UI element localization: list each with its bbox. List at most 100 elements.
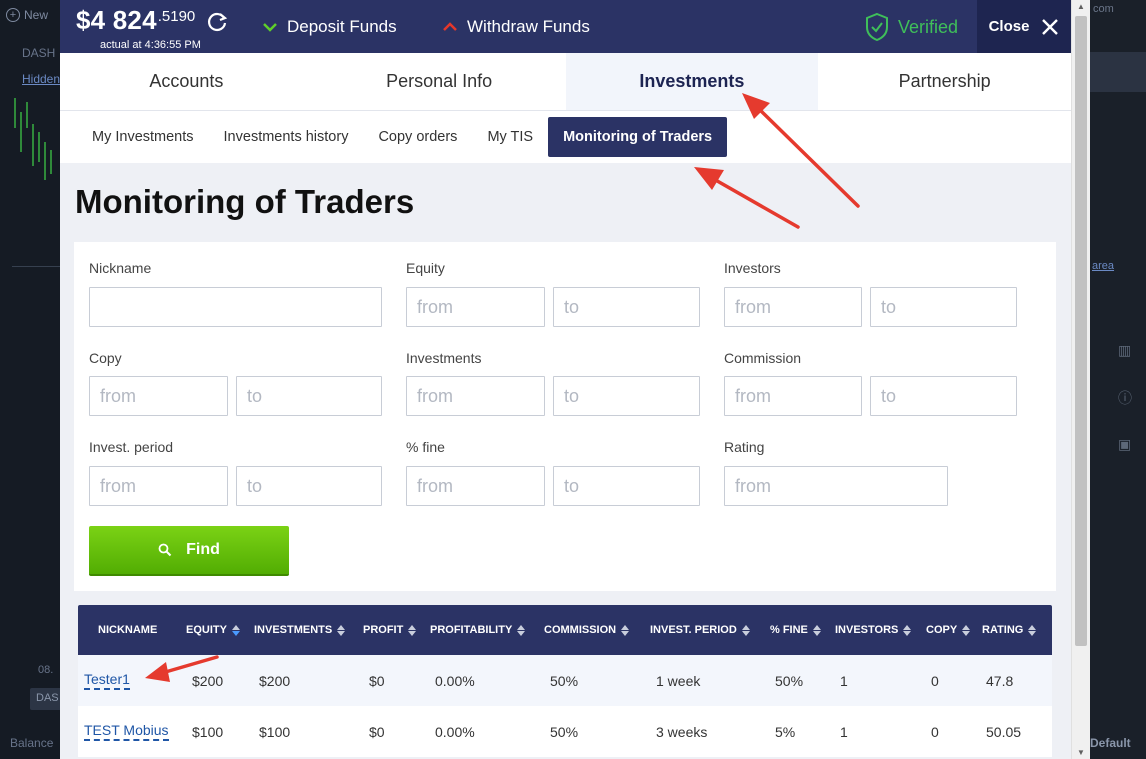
header-rating[interactable]: RATING [982,605,1037,655]
page-title: Monitoring of Traders [75,183,415,220]
cell-copy: 0 [931,723,939,740]
cell-profitability: 0.00% [435,723,475,740]
equity-to-input[interactable] [553,287,700,327]
subtab-my-investments[interactable]: My Investments [77,117,209,157]
fine-label: % fine [406,439,445,455]
close-button[interactable]: Close [977,0,1071,53]
sort-arrows-icon [962,624,971,636]
sort-arrows-icon [741,624,750,636]
commission-label: Commission [724,350,802,366]
trader-nickname-link[interactable]: TEST Mobius [84,722,169,741]
sort-arrows-icon [903,624,912,636]
cell-equity: $100 [192,723,224,740]
scroll-up-arrow-icon[interactable]: ▲ [1077,2,1085,11]
fine-to-input[interactable] [553,466,700,506]
find-button[interactable]: Find [89,526,289,576]
invest-period-from-input[interactable] [89,466,228,506]
balance-main: $4 824 [76,5,157,35]
header-equity[interactable]: EQUITY [186,605,240,655]
investments-label: Investments [406,350,482,366]
equity-from-input[interactable] [406,287,545,327]
header-profit[interactable]: PROFIT [363,605,417,655]
balance-decimals: .5190 [157,8,196,25]
balance-timestamp: actual at 4:36:55 PM [100,39,201,51]
modal-scrollbar[interactable]: ▲ ▼ [1071,0,1090,759]
header-profitability[interactable]: PROFITABILITY [430,605,526,655]
filter-panel: Nickname Equity Investors Copy Investmen… [74,242,1056,591]
table-header: NICKNAME EQUITY INVESTMENTS PROFIT PROFI… [78,605,1052,655]
cell-profit: $0 [369,672,385,689]
tab-investments[interactable]: Investments [565,53,819,110]
sort-arrows-icon [517,624,526,636]
cell-invest-period: 3 weeks [656,723,708,740]
sub-tabs: My Investments Investments history Copy … [60,111,1071,163]
fine-from-input[interactable] [406,466,545,506]
cell-equity: $200 [192,672,224,689]
cell-rating: 47.8 [986,672,1014,689]
search-icon [158,543,172,557]
scroll-down-arrow-icon[interactable]: ▼ [1077,748,1085,757]
cell-investments: $100 [259,723,291,740]
background-chart-candles [14,98,52,180]
withdraw-funds-button[interactable]: Withdraw Funds [442,17,590,37]
nickname-input[interactable] [89,287,382,327]
deposit-funds-button[interactable]: Deposit Funds [262,17,397,37]
tab-accounts[interactable]: Accounts [60,53,313,110]
equity-label: Equity [406,260,445,276]
investors-from-input[interactable] [724,287,862,327]
header-nickname[interactable]: NICKNAME [98,605,157,655]
subtab-my-tis[interactable]: My TIS [472,117,548,157]
panel-icon: ▣ [1118,436,1132,452]
copy-to-input[interactable] [236,376,382,416]
background-hidden-link: Hidden [22,72,61,86]
cell-commission: 50% [550,672,579,689]
investments-to-input[interactable] [553,376,700,416]
commission-from-input[interactable] [724,376,862,416]
scroll-thumb[interactable] [1075,16,1087,646]
verified-badge: Verified [864,12,958,42]
table-row[interactable]: TEST Mobius $100 $100 $0 0.00% 50% 3 wee… [78,706,1052,757]
subtab-monitoring-of-traders[interactable]: Monitoring of Traders [548,117,728,157]
invest-period-to-input[interactable] [236,466,382,506]
trader-nickname-link[interactable]: Tester1 [84,671,130,690]
account-modal: $4 824.5190 actual at 4:36:55 PM Deposit… [60,0,1071,759]
header-investors[interactable]: INVESTORS [835,605,912,655]
cell-commission: 50% [550,723,579,740]
close-icon [1042,18,1059,35]
cell-fine: 50% [775,672,804,689]
sort-arrows-icon [812,624,821,636]
cell-investors: 1 [840,723,848,740]
background-area-link: area [1092,260,1115,272]
cell-copy: 0 [931,672,939,689]
copy-from-input[interactable] [89,376,228,416]
subtab-copy-orders[interactable]: Copy orders [363,117,472,157]
header-commission[interactable]: COMMISSION [544,605,630,655]
header-invest-period[interactable]: INVEST. PERIOD [650,605,750,655]
tab-partnership[interactable]: Partnership [818,53,1071,110]
header-copy[interactable]: COPY [926,605,971,655]
plus-icon: + [6,8,20,22]
header-fine[interactable]: % FINE [770,605,821,655]
commission-to-input[interactable] [870,376,1017,416]
table-row[interactable]: Tester1 $200 $200 $0 0.00% 50% 1 week 50… [78,655,1052,706]
background-balance-label: Balance [10,736,54,750]
background-time-label: 08. [38,664,54,676]
refresh-icon[interactable] [205,10,229,34]
cell-investors: 1 [840,672,848,689]
copy-label: Copy [89,350,122,366]
sort-arrows-icon [408,624,417,636]
rating-from-input[interactable] [724,466,948,506]
background-dash-button: DAS [30,688,64,710]
balance-display: $4 824.5190 actual at 4:36:55 PM [76,5,201,51]
invest-period-label: Invest. period [89,439,174,455]
investments-from-input[interactable] [406,376,545,416]
tab-personal-info[interactable]: Personal Info [313,53,566,110]
background-dash-label: DASH [22,46,56,60]
subtab-investments-history[interactable]: Investments history [209,117,364,157]
header-investments[interactable]: INVESTMENTS [254,605,346,655]
investors-label: Investors [724,260,781,276]
bar-chart-icon: ▥ [1118,342,1132,358]
investors-to-input[interactable] [870,287,1017,327]
main-tabs: Accounts Personal Info Investments Partn… [60,53,1071,111]
cell-profitability: 0.00% [435,672,475,689]
